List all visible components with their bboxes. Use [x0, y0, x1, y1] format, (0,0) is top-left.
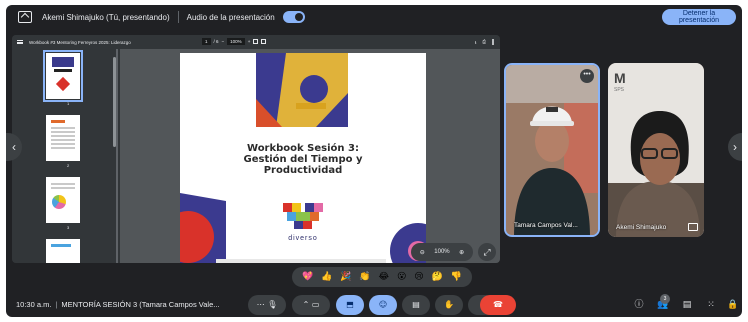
activities-icon[interactable]: ⁙	[704, 298, 718, 312]
zoom-out-icon[interactable]: ⊖	[420, 249, 425, 256]
zoom-in-icon[interactable]: ⊕	[459, 249, 464, 256]
chevron-up-icon[interactable]: ⌃	[303, 300, 310, 309]
pin-icon[interactable]	[688, 223, 698, 231]
fit-page-icon[interactable]	[253, 39, 259, 44]
thumbnail-number: 1	[67, 101, 70, 106]
zoom-level: 100%	[434, 249, 450, 255]
emoji-icon: ☺	[378, 300, 388, 309]
thumbnail-page-2[interactable]	[46, 115, 80, 161]
reaction-party-icon[interactable]: 🎉	[340, 272, 351, 282]
call-controls-bar: 10:30 a.m. | MENTORÍA SESIÓN 3 (Tamara Cam…	[6, 295, 742, 317]
pdf-toolbar: Workbook #3 Mentoring Ferreyros 2025: Li…	[12, 35, 500, 49]
zoom-control: ⊖ 100% ⊕	[411, 243, 473, 261]
meeting-info: 10:30 a.m. | MENTORÍA SESIÓN 3 (Tamara Cam…	[16, 300, 220, 309]
decorative-shape	[180, 193, 226, 263]
more-options-icon[interactable]: ⋯	[257, 300, 265, 309]
page-footer-bar	[216, 259, 386, 263]
cover-title-line: Productividad	[263, 165, 343, 176]
document-title: Workbook #3 Mentoring Ferreyros 2025: Li…	[29, 39, 131, 45]
thumbnail-number: 2	[67, 163, 70, 168]
participant-tile[interactable]: ••• Tamara Campos Val...	[504, 63, 600, 237]
microphone-button[interactable]: ⋯ 🎙	[248, 295, 286, 315]
participant-video	[506, 65, 598, 235]
thumbnail-scrollbar[interactable]	[116, 49, 118, 263]
meet-window: Akemi Shimajuko (Tú, presentando) Audio …	[6, 5, 742, 317]
download-icon[interactable]: ⭳	[475, 39, 477, 47]
pdf-page: Workbook Sesión 3: Gestión del Tiempo y …	[180, 53, 426, 263]
camera-icon: ▭	[311, 300, 320, 309]
reactions-button[interactable]: ☺	[369, 295, 397, 315]
end-call-icon: ☎	[493, 300, 503, 309]
zoom-input[interactable]: 100%	[227, 38, 245, 45]
participant-name: Akemi Shimajuko	[616, 224, 667, 231]
fullscreen-icon[interactable]: ⤢	[478, 243, 496, 261]
cover-title-line: Workbook Sesión 3:	[247, 143, 359, 154]
captions-icon: ▤	[412, 300, 420, 309]
thumbnail-number: 3	[67, 225, 70, 230]
divider	[177, 11, 179, 23]
page-controls: 1 / 6 − 100% +	[202, 38, 267, 45]
reaction-heart-icon[interactable]: 💖	[302, 272, 313, 282]
thumbnail-page-1[interactable]	[43, 50, 83, 102]
reaction-sad-icon[interactable]: 😢	[414, 272, 423, 282]
diverso-logo-icon	[283, 203, 323, 229]
meeting-name: MENTORÍA SESIÓN 3 (Tamara Campos Vale...	[61, 300, 220, 309]
divider: |	[55, 300, 58, 309]
chat-icon[interactable]: ▤	[680, 298, 694, 312]
clock: 10:30 a.m.	[16, 300, 52, 309]
hand-icon: ✋	[444, 300, 454, 309]
reaction-clap-icon[interactable]: 👏	[359, 272, 370, 282]
reaction-laugh-icon[interactable]: 😂	[379, 272, 390, 282]
zoom-out-icon[interactable]: −	[222, 39, 225, 44]
thumbnail-sidebar: 1 2 3	[12, 49, 116, 263]
svg-text:SPS: SPS	[614, 87, 625, 93]
page-current-input[interactable]: 1	[202, 38, 211, 45]
zoom-in-icon[interactable]: +	[248, 39, 251, 44]
audio-label: Audio de la presentación	[186, 12, 275, 22]
reaction-surprised-icon[interactable]: 😮	[397, 272, 406, 282]
cover-title-line: Gestión del Tiempo y	[243, 154, 363, 165]
raise-hand-button[interactable]: ✋	[435, 295, 463, 315]
thumbnail-page-4[interactable]	[46, 239, 80, 263]
menu-icon[interactable]	[17, 40, 23, 44]
page-total: / 6	[213, 39, 219, 44]
reaction-thumbs-down-icon[interactable]: 👎	[451, 272, 462, 282]
present-screen-icon	[18, 11, 32, 23]
presentation-bar: Akemi Shimajuko (Tú, presentando) Audio …	[6, 5, 742, 29]
thumbnail-page-3[interactable]	[46, 177, 80, 223]
presenter-label: Akemi Shimajuko (Tú, presentando)	[42, 12, 170, 22]
captions-button[interactable]: ▤	[402, 295, 430, 315]
audio-toggle[interactable]	[282, 11, 305, 23]
pdf-viewer: Workbook #3 Mentoring Ferreyros 2025: Li…	[12, 35, 500, 263]
more-options-icon[interactable]: •••	[580, 69, 594, 83]
info-icon[interactable]: ⓘ	[632, 298, 646, 312]
thumbnail-scroll-thumb[interactable]	[113, 57, 116, 147]
page-area: Workbook Sesión 3: Gestión del Tiempo y …	[120, 49, 500, 263]
svg-text:M: M	[614, 70, 626, 86]
reactions-bar: 💖 👍 🎉 👏 😂 😮 😢 🤔 👎	[292, 267, 472, 287]
cover-title: Workbook Sesión 3: Gestión del Tiempo y …	[180, 143, 426, 176]
reaction-thumbs-up-icon[interactable]: 👍	[321, 272, 332, 282]
participant-tile[interactable]: M SPS Akemi Shimajuko	[608, 63, 704, 237]
host-controls-icon[interactable]: 🔒	[726, 298, 740, 312]
present-button[interactable]: ⬒	[336, 295, 364, 315]
participant-video: M SPS	[608, 63, 704, 237]
people-count-badge: 3	[660, 294, 670, 304]
pdf-actions: ⭳ ⎙	[475, 39, 494, 47]
stop-presenting-button[interactable]: Detener la presentación	[662, 9, 736, 25]
next-arrow-icon[interactable]: ›	[728, 133, 742, 161]
reaction-thinking-icon[interactable]: 🤔	[432, 272, 443, 282]
print-icon[interactable]: ⎙	[482, 39, 486, 47]
cover-artwork	[256, 53, 348, 127]
leave-call-button[interactable]: ☎	[480, 295, 516, 315]
present-icon: ⬒	[346, 300, 354, 309]
rotate-icon[interactable]	[261, 39, 267, 44]
more-options-icon[interactable]	[492, 39, 494, 45]
participant-name: Tamara Campos Val...	[514, 222, 578, 229]
camera-button[interactable]: ⌃ ▭	[292, 295, 330, 315]
microphone-icon: 🎙	[267, 300, 278, 309]
